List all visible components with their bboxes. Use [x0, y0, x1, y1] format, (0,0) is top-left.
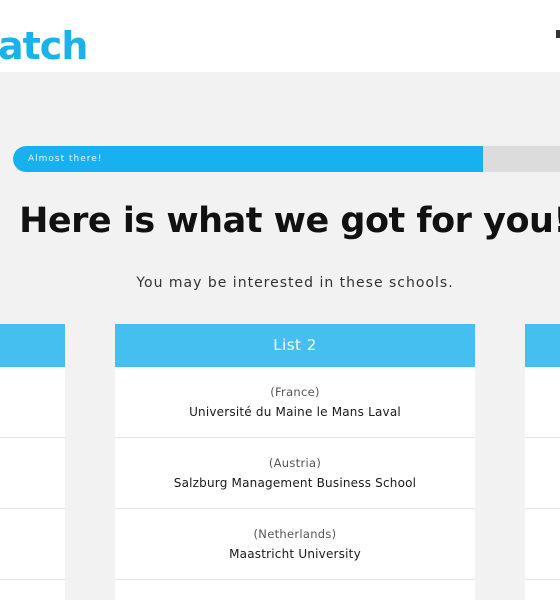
menu-icon[interactable]: [556, 30, 560, 38]
list-item[interactable]: (Netherlands) Maastricht University: [115, 509, 475, 580]
header: atch: [0, 0, 560, 72]
list-item[interactable]: [0, 367, 65, 438]
list-header: [525, 324, 560, 367]
school-name: Maastricht University: [229, 547, 361, 561]
list-item[interactable]: [525, 509, 560, 580]
school-country: (France): [270, 385, 320, 399]
list-item[interactable]: (Austria) Salzburg Management Business S…: [115, 438, 475, 509]
school-list-left: [0, 324, 65, 600]
list-item[interactable]: [525, 438, 560, 509]
school-name: Université du Maine le Mans Laval: [189, 405, 401, 419]
progress-label: Almost there!: [28, 154, 103, 164]
progress-bar: Almost there!: [13, 146, 560, 172]
page: atch Almost there! Here is what we got f…: [0, 0, 560, 600]
school-list-right: [525, 324, 560, 600]
list-header: List 2: [115, 324, 475, 367]
school-name: Salzburg Management Business School: [173, 476, 417, 490]
school-list-2: List 2 (France) Université du Maine le M…: [115, 324, 475, 600]
school-country: (Austria): [268, 456, 322, 470]
logo[interactable]: atch: [0, 22, 88, 70]
page-subtitle: You may be interested in these schools.: [136, 275, 454, 291]
list-item[interactable]: [0, 438, 65, 509]
list-item[interactable]: [0, 509, 65, 580]
list-header: [0, 324, 65, 367]
list-item[interactable]: [525, 367, 560, 438]
list-item[interactable]: (France) Université du Maine le Mans Lav…: [115, 367, 475, 438]
page-title: Here is what we got for you!: [19, 201, 560, 241]
school-country: (Netherlands): [253, 527, 337, 541]
